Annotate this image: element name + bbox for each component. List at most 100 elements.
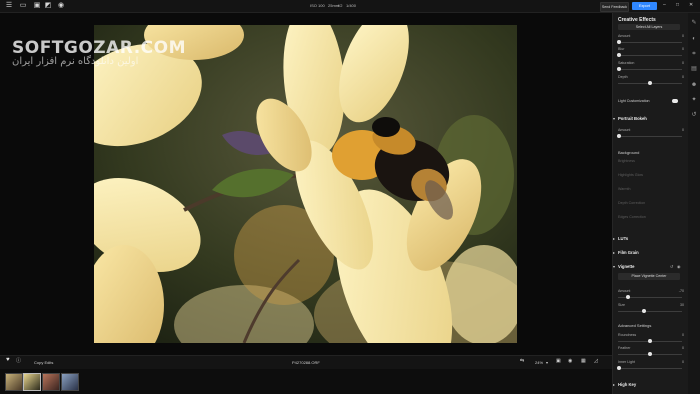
minimize-icon[interactable]: – xyxy=(663,2,666,9)
select-all-layers-button[interactable]: Select All Layers xyxy=(618,24,680,30)
slider-label-depth: Depth xyxy=(618,75,628,79)
effects-icon[interactable]: ✦ xyxy=(690,96,698,104)
slider-value-depth: 0 xyxy=(682,75,684,79)
roundness-slider[interactable] xyxy=(618,339,682,343)
slider-knob[interactable] xyxy=(648,81,652,85)
visibility-icon[interactable]: ◉ xyxy=(677,264,681,269)
slider-knob[interactable] xyxy=(648,339,652,343)
high-key-header[interactable]: High Key xyxy=(618,382,636,387)
background-item: Edges Correction xyxy=(618,215,646,219)
slider-knob[interactable] xyxy=(617,134,621,138)
thumbnail[interactable] xyxy=(61,373,79,391)
layers-icon[interactable]: ▤ xyxy=(690,65,698,73)
folder-icon[interactable]: ▭ xyxy=(19,2,27,9)
vignette-amount-slider[interactable] xyxy=(618,295,682,299)
iso-readout: ISO 100 xyxy=(310,3,325,8)
vignette-amount-label: Amount xyxy=(618,289,631,293)
send-feedback-button[interactable]: Send Feedback xyxy=(600,2,629,12)
info-icon[interactable]: ⓘ xyxy=(16,359,21,364)
film-grain-header[interactable]: Film Grain xyxy=(618,250,639,255)
slider-label-blur: Blur xyxy=(618,47,625,51)
background-item: Depth Correction xyxy=(618,201,646,205)
chevron-right-icon[interactable]: ▸ xyxy=(613,250,615,255)
inner-light-slider[interactable] xyxy=(617,366,682,370)
feather-slider[interactable] xyxy=(618,352,682,356)
copy-edits-button[interactable]: Copy Edits xyxy=(34,360,53,365)
menu-icon[interactable]: ☰ xyxy=(5,2,13,9)
eye-icon[interactable]: ◉ xyxy=(568,359,572,364)
crop-icon[interactable]: ⌗ xyxy=(690,50,698,58)
slider-knob[interactable] xyxy=(617,67,621,71)
maximize-icon[interactable]: □ xyxy=(676,2,679,9)
feather-value: 0 xyxy=(682,346,684,350)
thumbnail-selected[interactable] xyxy=(23,373,41,391)
chevron-down-icon[interactable]: ▾ xyxy=(613,116,615,121)
compare-icon[interactable]: ⇆ xyxy=(520,359,524,364)
slider-value-amount: 0 xyxy=(682,34,684,38)
bumblebee-flower-image xyxy=(94,25,517,343)
watermark-title: SOFTGOZAR.COM xyxy=(12,38,187,58)
zoom-level[interactable]: 24% xyxy=(535,360,543,365)
export-button[interactable]: Export xyxy=(632,2,657,10)
browse-icon[interactable]: ▣ xyxy=(33,2,41,9)
chevron-down-icon[interactable]: ▾ xyxy=(613,264,615,269)
close-icon[interactable]: ✕ xyxy=(689,2,693,9)
thumbnail[interactable] xyxy=(42,373,60,391)
history-icon[interactable]: ↺ xyxy=(690,111,698,119)
slider-knob[interactable] xyxy=(648,352,652,356)
background-item: Highlights Glow xyxy=(618,173,643,177)
tool-icon-strip: ✎ ◐ ⌗ ▤ ☻ ✦ ↺ xyxy=(688,13,700,394)
grid-icon[interactable]: ▦ xyxy=(581,359,586,364)
light-customization-toggle[interactable] xyxy=(672,99,678,103)
portrait-bokeh-header[interactable]: Portrait Bokeh xyxy=(618,116,647,121)
background-subheader: Background xyxy=(618,150,640,155)
place-vignette-center-button[interactable]: Place Vignette Center xyxy=(618,273,680,280)
shutter-readout: 1/400 xyxy=(346,3,357,8)
chevron-down-icon[interactable]: ▾ xyxy=(546,360,548,365)
background-item: Warmth xyxy=(618,187,631,191)
depth-slider[interactable] xyxy=(618,81,682,85)
reset-icon[interactable]: ↺ xyxy=(670,264,673,269)
chevron-right-icon[interactable]: ▸ xyxy=(613,236,615,241)
bokeh-amount-value: 0 xyxy=(682,128,684,132)
adjust-icon[interactable]: ◐ xyxy=(690,35,698,43)
bottom-toolbar: ♥ ⓘ Copy Edits P4270288.ORF ⇆ 24% ▾ ▣ ◉ … xyxy=(0,355,612,369)
inner-light-value: 0 xyxy=(682,360,684,364)
bokeh-amount-slider[interactable] xyxy=(617,134,682,138)
vignette-size-value: 30 xyxy=(680,303,684,307)
top-toolbar: ☰ ▭ ▣ ◩ ◉ ISO 100 25mm f/2 1/400 Send Fe… xyxy=(0,0,700,13)
slider-value-blur: 0 xyxy=(682,47,684,51)
portrait-icon[interactable]: ☻ xyxy=(690,81,698,89)
light-customization-label: Light Customization xyxy=(618,99,650,103)
thumbnail[interactable] xyxy=(5,373,23,391)
image-icon[interactable]: ◩ xyxy=(44,2,52,9)
chevron-right-icon[interactable]: ▸ xyxy=(613,382,615,387)
vignette-header[interactable]: Vignette xyxy=(618,264,634,269)
photo-preview[interactable] xyxy=(94,25,517,343)
slider-knob[interactable] xyxy=(617,40,621,44)
slider-knob[interactable] xyxy=(617,53,621,57)
slider-knob[interactable] xyxy=(617,366,621,370)
feather-label: Feather xyxy=(618,346,631,350)
slider-value-saturation: 0 xyxy=(682,61,684,65)
edit-icon[interactable]: ✎ xyxy=(690,19,698,27)
saturation-slider[interactable] xyxy=(617,67,682,71)
fit-icon[interactable]: ▣ xyxy=(556,359,561,364)
settings-icon[interactable]: ◉ xyxy=(57,2,65,9)
slider-knob[interactable] xyxy=(626,295,630,299)
roundness-label: Roundness xyxy=(618,333,637,337)
vignette-amount-value: -70 xyxy=(678,289,684,293)
amount-slider[interactable] xyxy=(617,40,682,44)
filename-label: P4270288.ORF xyxy=(292,360,320,365)
luts-header[interactable]: LUTs xyxy=(618,236,628,241)
vignette-size-slider[interactable] xyxy=(618,309,682,313)
blur-slider[interactable] xyxy=(617,53,682,57)
panel-title: Creative Effects xyxy=(618,17,656,23)
histogram-icon[interactable]: ◿ xyxy=(594,359,598,364)
filmstrip xyxy=(0,369,612,394)
favorite-heart-icon[interactable]: ♥ xyxy=(6,357,10,363)
advanced-settings-subheader: Advanced Settings xyxy=(618,323,652,328)
vignette-size-label: Size xyxy=(618,303,625,307)
aperture-readout: f/2 xyxy=(338,3,343,8)
slider-knob[interactable] xyxy=(642,309,646,313)
